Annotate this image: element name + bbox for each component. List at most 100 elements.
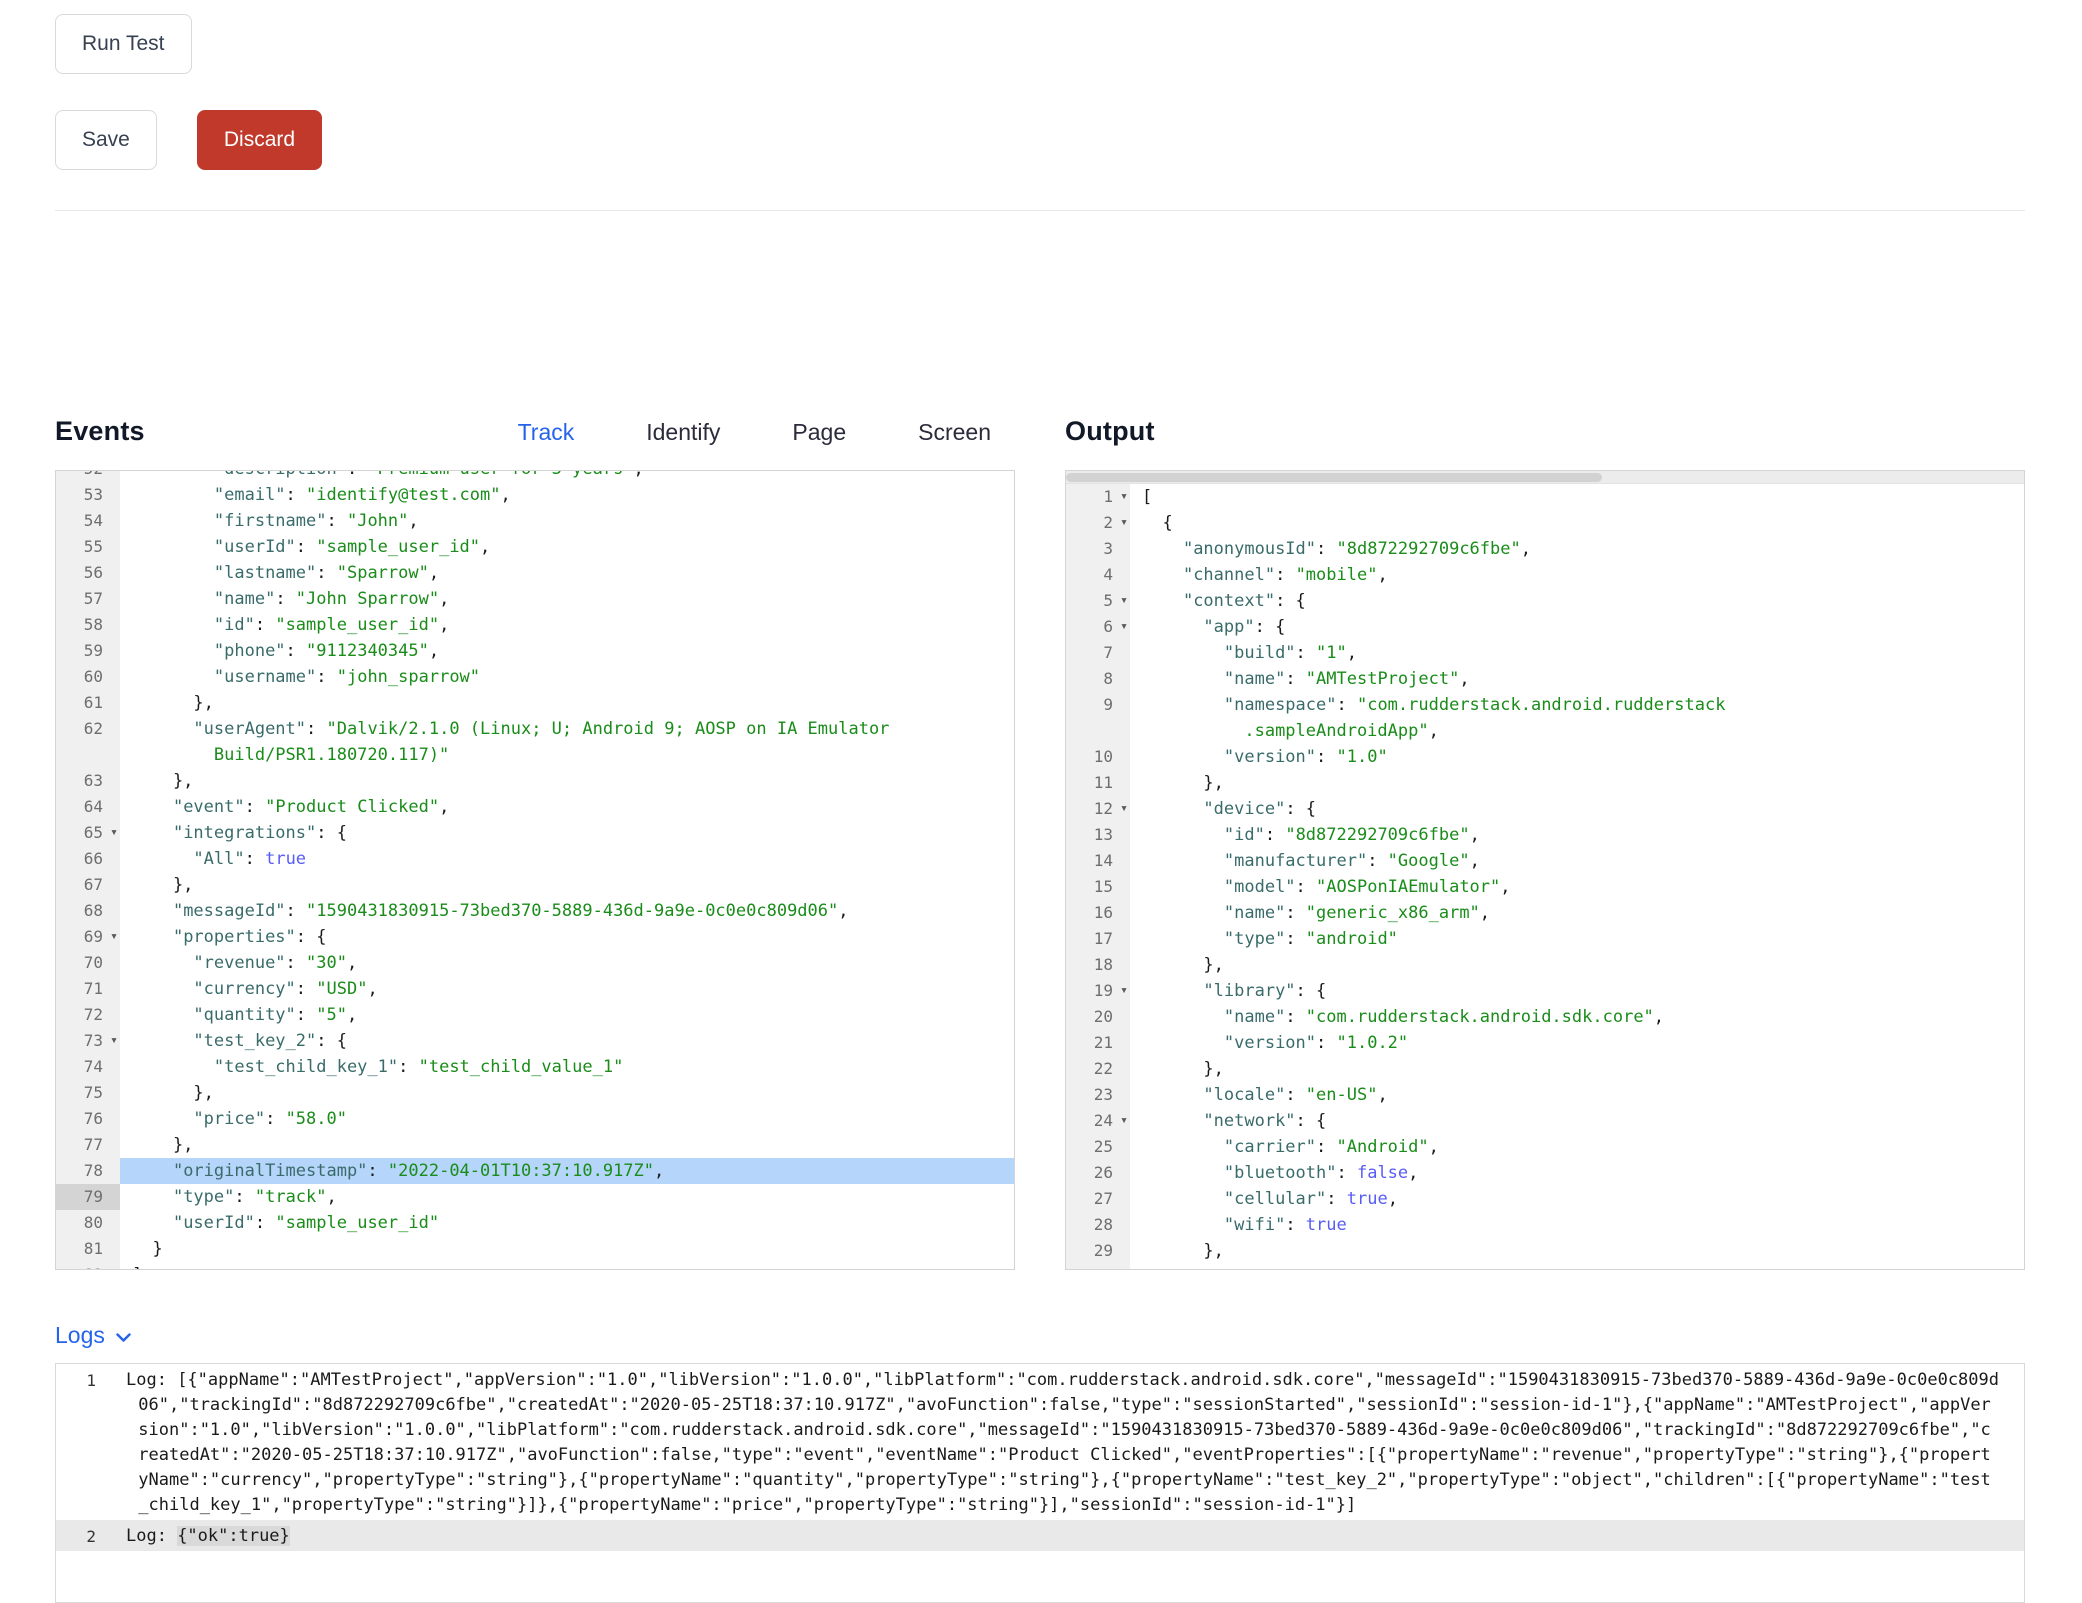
line-number-gutter[interactable] (1066, 718, 1130, 744)
line-number-gutter[interactable]: 64 (56, 794, 120, 820)
line-number-gutter[interactable]: 62 (56, 716, 120, 742)
line-number-gutter[interactable]: 54 (56, 508, 120, 534)
code-line-56[interactable]: 56 "lastname": "Sparrow", (56, 560, 1014, 586)
line-number-gutter[interactable]: 6▾ (1066, 614, 1130, 640)
code-line-15[interactable]: 15 "model": "AOSPonIAEmulator", (1066, 874, 2024, 900)
line-number-gutter[interactable]: 65▾ (56, 820, 120, 846)
code-line-wrap[interactable]: .sampleAndroidApp", (1066, 718, 2024, 744)
tab-track[interactable]: Track (518, 417, 575, 447)
fold-arrow-icon[interactable]: ▾ (110, 924, 118, 950)
line-number-gutter[interactable]: 16 (1066, 900, 1130, 926)
line-number-gutter[interactable]: 53 (56, 482, 120, 508)
code-line-11[interactable]: 11 }, (1066, 770, 2024, 796)
line-number-gutter[interactable]: 13 (1066, 822, 1130, 848)
fold-arrow-icon[interactable]: ▾ (1120, 588, 1128, 614)
code-line-53[interactable]: 53 "email": "identify@test.com", (56, 482, 1014, 508)
line-number-gutter[interactable]: 74 (56, 1054, 120, 1080)
code-line-9[interactable]: 9 "namespace": "com.rudderstack.android.… (1066, 692, 2024, 718)
line-number-gutter[interactable]: 56 (56, 560, 120, 586)
line-number-gutter[interactable]: 10 (1066, 744, 1130, 770)
run-test-button[interactable]: Run Test (55, 14, 192, 74)
line-number-gutter[interactable]: 71 (56, 976, 120, 1002)
code-line-77[interactable]: 77 }, (56, 1132, 1014, 1158)
line-number-gutter[interactable]: 26 (1066, 1160, 1130, 1186)
line-number-gutter[interactable]: 2▾ (1066, 510, 1130, 536)
line-number-gutter[interactable]: 59 (56, 638, 120, 664)
output-editor-horizontal-scrollbar[interactable] (1066, 471, 2024, 484)
line-number-gutter[interactable]: 14 (1066, 848, 1130, 874)
line-number-gutter[interactable]: 27 (1066, 1186, 1130, 1212)
code-line-1[interactable]: 1▾[ (1066, 484, 2024, 510)
line-number-gutter[interactable]: 25 (1066, 1134, 1130, 1160)
line-number-gutter[interactable]: 52 (56, 470, 120, 482)
code-line-68[interactable]: 68 "messageId": "1590431830915-73bed370-… (56, 898, 1014, 924)
line-number-gutter[interactable]: 66 (56, 846, 120, 872)
line-number-gutter[interactable]: 77 (56, 1132, 120, 1158)
code-line-64[interactable]: 64 "event": "Product Clicked", (56, 794, 1014, 820)
line-number-gutter[interactable]: 30▾ (1066, 1264, 1130, 1270)
code-line-52[interactable]: 52 "description": "Premium user for 3 ye… (56, 470, 1014, 482)
line-number-gutter[interactable]: 55 (56, 534, 120, 560)
fold-arrow-icon[interactable]: ▾ (1120, 1264, 1128, 1270)
code-line-70[interactable]: 70 "revenue": "30", (56, 950, 1014, 976)
line-number-gutter[interactable]: 82 (56, 1262, 120, 1270)
tab-identify[interactable]: Identify (646, 417, 720, 447)
line-number-gutter[interactable]: 5▾ (1066, 588, 1130, 614)
code-line-16[interactable]: 16 "name": "generic_x86_arm", (1066, 900, 2024, 926)
code-line-8[interactable]: 8 "name": "AMTestProject", (1066, 666, 2024, 692)
code-line-27[interactable]: 27 "cellular": true, (1066, 1186, 2024, 1212)
code-line-81[interactable]: 81 } (56, 1236, 1014, 1262)
code-line-73[interactable]: 73▾ "test_key_2": { (56, 1028, 1014, 1054)
code-line-4[interactable]: 4 "channel": "mobile", (1066, 562, 2024, 588)
events-editor[interactable]: 52 "description": "Premium user for 3 ye… (55, 470, 1015, 1270)
code-line-22[interactable]: 22 }, (1066, 1056, 2024, 1082)
code-line-wrap[interactable]: Build/PSR1.180720.117)" (56, 742, 1014, 768)
logs-toggle[interactable]: Logs (55, 1322, 2025, 1349)
line-number-gutter[interactable]: 68 (56, 898, 120, 924)
line-number-gutter[interactable]: 70 (56, 950, 120, 976)
code-line-67[interactable]: 67 }, (56, 872, 1014, 898)
line-number-gutter[interactable]: 3 (1066, 536, 1130, 562)
code-line-2[interactable]: 2▾ { (1066, 510, 2024, 536)
fold-arrow-icon[interactable]: ▾ (110, 820, 118, 846)
line-number-gutter[interactable]: 17 (1066, 926, 1130, 952)
fold-arrow-icon[interactable]: ▾ (1120, 614, 1128, 640)
line-number-gutter[interactable]: 57 (56, 586, 120, 612)
line-number-gutter[interactable]: 76 (56, 1106, 120, 1132)
code-line-59[interactable]: 59 "phone": "9112340345", (56, 638, 1014, 664)
fold-arrow-icon[interactable]: ▾ (1120, 796, 1128, 822)
line-number-gutter[interactable]: 15 (1066, 874, 1130, 900)
fold-arrow-icon[interactable]: ▾ (1120, 1108, 1128, 1134)
code-line-14[interactable]: 14 "manufacturer": "Google", (1066, 848, 2024, 874)
code-line-7[interactable]: 7 "build": "1", (1066, 640, 2024, 666)
code-line-30[interactable]: 30▾ "os": { (1066, 1264, 2024, 1270)
line-number-gutter[interactable]: 19▾ (1066, 978, 1130, 1004)
code-line-69[interactable]: 69▾ "properties": { (56, 924, 1014, 950)
line-number-gutter[interactable]: 1▾ (1066, 484, 1130, 510)
code-line-55[interactable]: 55 "userId": "sample_user_id", (56, 534, 1014, 560)
save-button[interactable]: Save (55, 110, 157, 170)
tab-screen[interactable]: Screen (918, 417, 991, 447)
code-line-65[interactable]: 65▾ "integrations": { (56, 820, 1014, 846)
tab-page[interactable]: Page (792, 417, 846, 447)
fold-arrow-icon[interactable]: ▾ (1120, 978, 1128, 1004)
code-line-54[interactable]: 54 "firstname": "John", (56, 508, 1014, 534)
code-line-82[interactable]: 82] (56, 1262, 1014, 1270)
line-number-gutter[interactable]: 11 (1066, 770, 1130, 796)
line-number-gutter[interactable]: 79 (56, 1184, 120, 1210)
code-line-25[interactable]: 25 "carrier": "Android", (1066, 1134, 2024, 1160)
line-number-gutter[interactable]: 4 (1066, 562, 1130, 588)
code-line-80[interactable]: 80 "userId": "sample_user_id" (56, 1210, 1014, 1236)
code-line-60[interactable]: 60 "username": "john_sparrow" (56, 664, 1014, 690)
code-line-79[interactable]: 79 "type": "track", (56, 1184, 1014, 1210)
code-line-3[interactable]: 3 "anonymousId": "8d872292709c6fbe", (1066, 536, 2024, 562)
code-line-10[interactable]: 10 "version": "1.0" (1066, 744, 2024, 770)
code-line-74[interactable]: 74 "test_child_key_1": "test_child_value… (56, 1054, 1014, 1080)
line-number-gutter[interactable]: 9 (1066, 692, 1130, 718)
line-number-gutter[interactable]: 63 (56, 768, 120, 794)
code-line-66[interactable]: 66 "All": true (56, 846, 1014, 872)
code-line-5[interactable]: 5▾ "context": { (1066, 588, 2024, 614)
output-editor[interactable]: 1▾[2▾ {3 "anonymousId": "8d872292709c6fb… (1065, 470, 2025, 1270)
line-number-gutter[interactable]: 28 (1066, 1212, 1130, 1238)
line-number-gutter[interactable]: 8 (1066, 666, 1130, 692)
